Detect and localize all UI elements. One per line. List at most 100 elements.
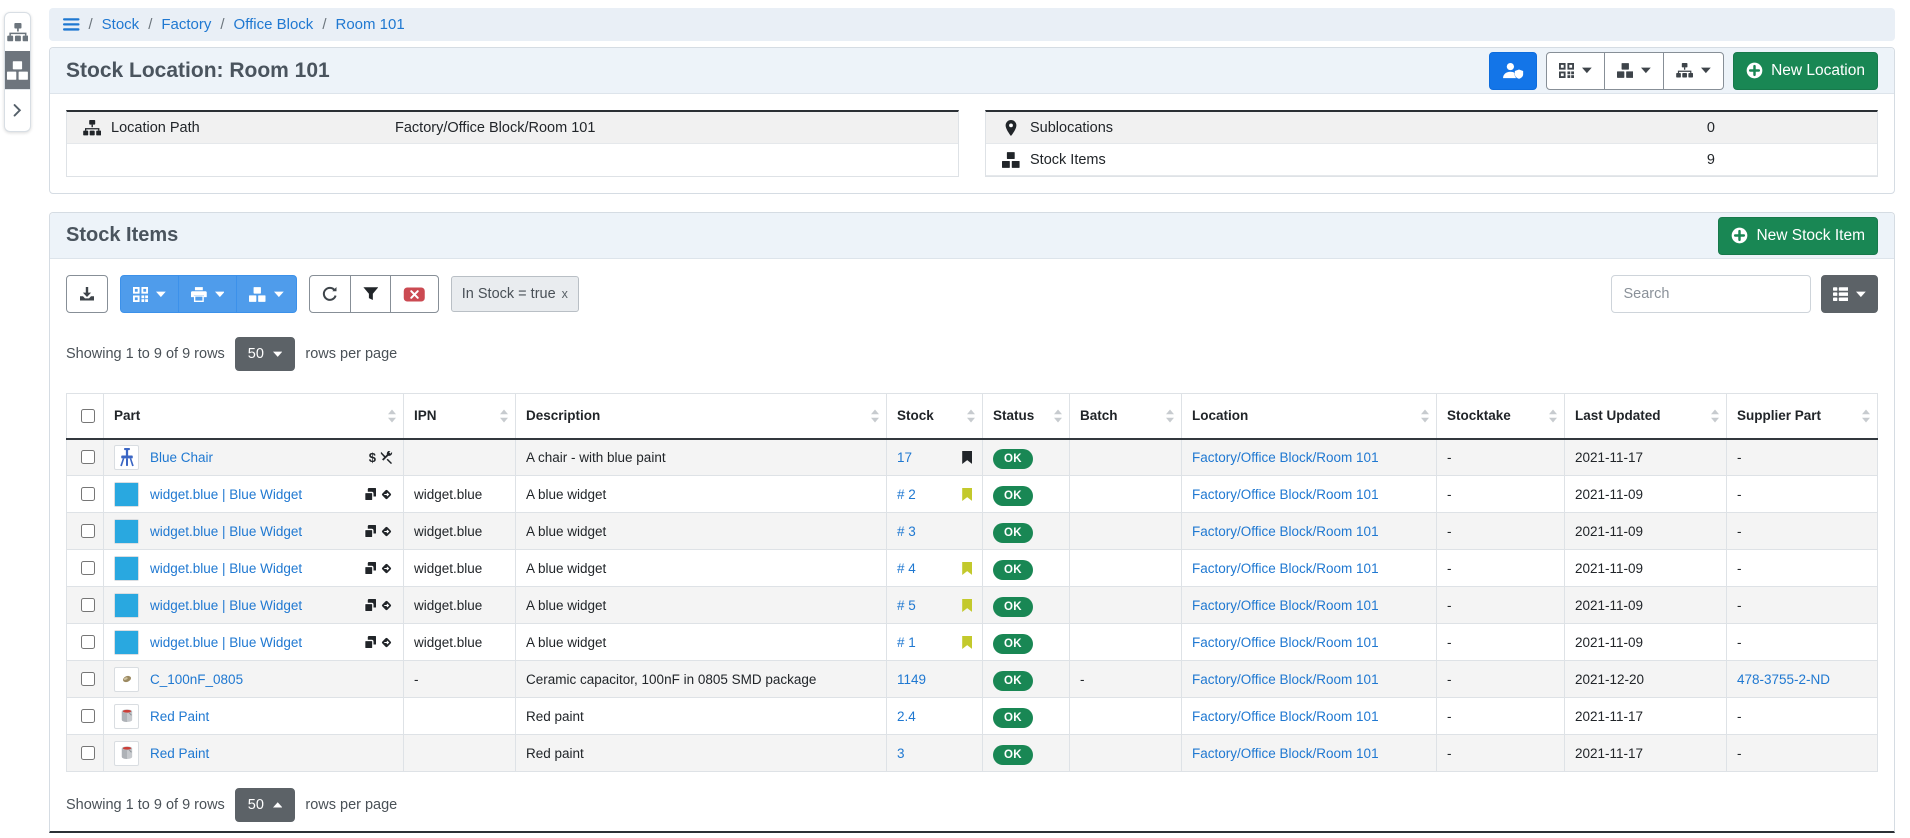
location-link[interactable]: Factory/Office Block/Room 101	[1192, 672, 1379, 687]
boxes-icon	[249, 287, 266, 302]
last-updated-value: 2021-11-17	[1565, 698, 1727, 735]
row-checkbox[interactable]	[81, 709, 95, 723]
part-thumbnail[interactable]	[114, 593, 139, 618]
column-label: Location	[1192, 408, 1248, 423]
column-header-last-updated[interactable]: Last Updated	[1565, 394, 1727, 439]
stock-link[interactable]: 3	[897, 746, 905, 761]
row-checkbox[interactable]	[81, 561, 95, 575]
page-size-button[interactable]: 50	[235, 788, 296, 822]
column-header-ipn[interactable]: IPN	[404, 394, 516, 439]
refresh-button[interactable]	[309, 275, 351, 313]
stock-link[interactable]: # 2	[897, 487, 916, 502]
barcode-actions-button[interactable]	[120, 275, 179, 313]
part-link[interactable]: widget.blue | Blue Widget	[150, 524, 302, 539]
sidebar-item-location-tree[interactable]	[5, 13, 30, 51]
breadcrumb-link[interactable]: Factory	[161, 16, 211, 33]
admin-access-button[interactable]	[1489, 52, 1537, 90]
search-input[interactable]	[1611, 275, 1811, 313]
bookmark-icon	[962, 599, 972, 612]
part-thumbnail[interactable]	[114, 482, 139, 507]
part-link[interactable]: Red Paint	[150, 709, 209, 724]
part-thumbnail[interactable]	[114, 741, 139, 766]
part-thumbnail[interactable]	[114, 445, 139, 470]
location-link[interactable]: Factory/Office Block/Room 101	[1192, 598, 1379, 613]
part-link[interactable]: C_100nF_0805	[150, 672, 243, 687]
part-link[interactable]: widget.blue | Blue Widget	[150, 487, 302, 502]
column-header-batch[interactable]: Batch	[1070, 394, 1182, 439]
column-header-location[interactable]: Location	[1182, 394, 1437, 439]
stock-link[interactable]: 17	[897, 450, 912, 465]
sidebar-item-stock[interactable]	[5, 51, 30, 89]
column-header-stocktake[interactable]: Stocktake	[1437, 394, 1565, 439]
sort-icon	[388, 409, 396, 422]
batch-value	[1070, 624, 1182, 661]
page-size-button[interactable]: 50	[235, 337, 296, 371]
row-checkbox[interactable]	[81, 672, 95, 686]
clear-filters-button[interactable]	[390, 275, 439, 313]
filter-button[interactable]	[350, 275, 392, 313]
part-thumbnail[interactable]	[114, 630, 139, 655]
location-link[interactable]: Factory/Office Block/Room 101	[1192, 709, 1379, 724]
row-checkbox[interactable]	[81, 598, 95, 612]
breadcrumb-link[interactable]: Stock	[102, 16, 140, 33]
breadcrumb-link[interactable]: Office Block	[234, 16, 314, 33]
column-header-supplier-part[interactable]: Supplier Part	[1727, 394, 1878, 439]
part-thumbnail[interactable]	[114, 519, 139, 544]
stock-link[interactable]: # 5	[897, 598, 916, 613]
part-thumbnail[interactable]	[114, 667, 139, 692]
column-header-description[interactable]: Description	[516, 394, 887, 439]
stocktake-value: -	[1437, 624, 1565, 661]
part-link[interactable]: widget.blue | Blue Widget	[150, 635, 302, 650]
supplier-part-link[interactable]: 478-3755-2-ND	[1737, 672, 1830, 687]
stock-link[interactable]: # 4	[897, 561, 916, 576]
row-checkbox[interactable]	[81, 635, 95, 649]
column-label: Description	[526, 408, 600, 423]
clear-filter-icon	[403, 287, 426, 302]
filter-chip-remove[interactable]: x	[562, 287, 568, 301]
location-actions-button[interactable]	[1663, 52, 1724, 90]
status-badge: OK	[993, 523, 1033, 543]
location-link[interactable]: Factory/Office Block/Room 101	[1192, 524, 1379, 539]
status-badge: OK	[993, 597, 1033, 617]
new-location-button[interactable]: New Location	[1733, 52, 1878, 90]
column-select-button[interactable]	[1821, 275, 1879, 313]
part-link[interactable]: Red Paint	[150, 746, 209, 761]
row-checkbox[interactable]	[81, 746, 95, 760]
column-header-part[interactable]: Part	[104, 394, 404, 439]
download-data-button[interactable]	[66, 275, 108, 313]
location-link[interactable]: Factory/Office Block/Room 101	[1192, 487, 1379, 502]
stock-link[interactable]: 2.4	[897, 709, 916, 724]
part-thumbnail[interactable]	[114, 704, 139, 729]
part-link[interactable]: widget.blue | Blue Widget	[150, 598, 302, 613]
row-checkbox[interactable]	[81, 524, 95, 538]
stock-link[interactable]: # 3	[897, 524, 916, 539]
location-link[interactable]: Factory/Office Block/Room 101	[1192, 561, 1379, 576]
breadcrumb-separator: /	[220, 16, 224, 33]
location-link[interactable]: Factory/Office Block/Room 101	[1192, 450, 1379, 465]
row-checkbox[interactable]	[81, 487, 95, 501]
status-badge: OK	[993, 634, 1033, 654]
select-all-checkbox[interactable]	[81, 409, 95, 423]
row-checkbox[interactable]	[81, 450, 95, 464]
breadcrumb-link[interactable]: Room 101	[335, 16, 404, 33]
stock-options-button[interactable]	[236, 275, 296, 313]
description-value: A blue widget	[516, 550, 887, 587]
location-panel-header: Stock Location: Room 101	[50, 48, 1894, 94]
print-actions-button[interactable]	[178, 275, 238, 313]
part-thumbnail[interactable]	[114, 556, 139, 581]
stock-link[interactable]: # 1	[897, 635, 916, 650]
column-header-stock[interactable]: Stock	[887, 394, 983, 439]
menu-icon[interactable]	[63, 18, 80, 31]
copy-icon	[364, 636, 376, 648]
stock-actions-button[interactable]	[1604, 52, 1664, 90]
sidebar-expand-button[interactable]	[5, 89, 30, 131]
location-link[interactable]: Factory/Office Block/Room 101	[1192, 746, 1379, 761]
barcode-actions-button[interactable]	[1546, 52, 1605, 90]
bookmark-icon	[962, 488, 972, 501]
part-link[interactable]: Blue Chair	[150, 450, 213, 465]
location-link[interactable]: Factory/Office Block/Room 101	[1192, 635, 1379, 650]
stock-link[interactable]: 1149	[897, 672, 926, 687]
new-stock-item-button[interactable]: New Stock Item	[1718, 217, 1878, 255]
part-link[interactable]: widget.blue | Blue Widget	[150, 561, 302, 576]
column-header-status[interactable]: Status	[983, 394, 1070, 439]
